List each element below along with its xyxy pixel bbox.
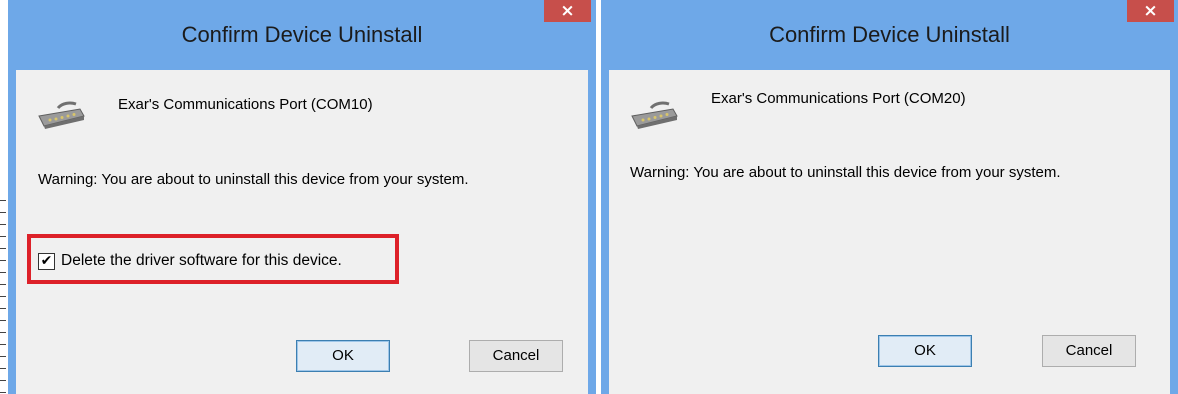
cancel-button[interactable]: Cancel xyxy=(1042,335,1136,367)
device-name: Exar's Communications Port (COM20) xyxy=(711,90,966,107)
dialog-body: Exar's Communications Port (COM20) Warni… xyxy=(609,70,1170,394)
cancel-button[interactable]: Cancel xyxy=(469,340,563,372)
confirm-uninstall-dialog-com20: Confirm Device Uninstall × Exar's Commun… xyxy=(601,0,1178,394)
close-button[interactable]: × xyxy=(544,0,591,22)
delete-driver-option[interactable]: ✔ Delete the driver software for this de… xyxy=(38,250,342,272)
warning-text: Warning: You are about to uninstall this… xyxy=(630,164,1061,181)
dialog-title: Confirm Device Uninstall xyxy=(769,22,1010,47)
ok-button[interactable]: OK xyxy=(878,335,972,367)
ok-button[interactable]: OK xyxy=(296,340,390,372)
delete-driver-checkbox[interactable]: ✔ xyxy=(38,252,55,270)
title-bar[interactable]: Confirm Device Uninstall xyxy=(8,0,596,70)
serial-port-icon xyxy=(631,101,678,129)
serial-port-icon xyxy=(38,101,85,129)
close-icon: × xyxy=(560,1,575,21)
checkmark-icon: ✔ xyxy=(40,253,53,269)
confirm-uninstall-dialog-com10: Confirm Device Uninstall × Exar's Commun… xyxy=(8,0,596,394)
close-button[interactable]: × xyxy=(1127,0,1174,22)
delete-driver-label[interactable]: Delete the driver software for this devi… xyxy=(61,252,342,270)
title-bar[interactable]: Confirm Device Uninstall xyxy=(601,0,1178,70)
dialog-body: Exar's Communications Port (COM10) Warni… xyxy=(16,70,588,394)
background-ruler-ticks xyxy=(0,200,6,394)
close-icon: × xyxy=(1143,1,1158,21)
device-name: Exar's Communications Port (COM10) xyxy=(118,96,373,113)
dialog-title: Confirm Device Uninstall xyxy=(181,22,423,47)
warning-text: Warning: You are about to uninstall this… xyxy=(38,171,469,188)
